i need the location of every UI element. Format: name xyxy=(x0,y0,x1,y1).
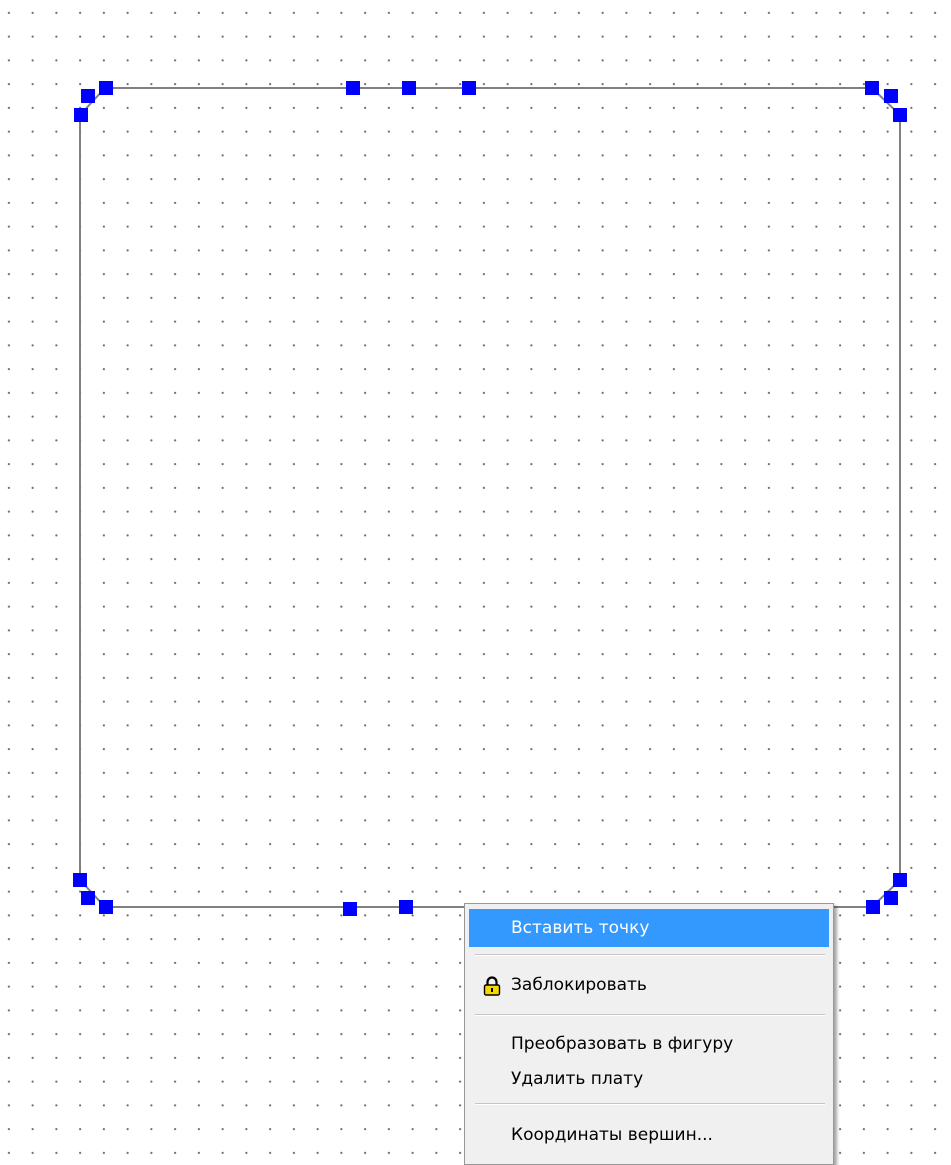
vertex-handle[interactable] xyxy=(74,108,88,122)
menu-separator xyxy=(475,1014,825,1016)
vertex-handle[interactable] xyxy=(99,900,113,914)
menu-item-label: Заблокировать xyxy=(511,975,647,995)
vertex-handle[interactable] xyxy=(399,900,413,914)
vertex-handle[interactable] xyxy=(884,89,898,103)
menu-item-insert-point[interactable]: Вставить точку xyxy=(469,909,829,947)
vertex-handle[interactable] xyxy=(81,89,95,103)
menu-separator xyxy=(475,954,825,956)
vertex-handle[interactable] xyxy=(343,902,357,916)
vertex-handle[interactable] xyxy=(346,81,360,95)
vertex-handle[interactable] xyxy=(73,873,87,887)
vertex-handle[interactable] xyxy=(865,81,879,95)
menu-item-label: Удалить плату xyxy=(511,1069,644,1089)
menu-item-delete-board[interactable]: Удалить плату xyxy=(469,1060,829,1098)
menu-item-vertex-coordinates[interactable]: Координаты вершин... xyxy=(469,1116,829,1154)
menu-item-convert-to-shape[interactable]: Преобразовать в фигуру xyxy=(469,1025,829,1063)
vertex-handle[interactable] xyxy=(893,873,907,887)
menu-item-label: Вставить точку xyxy=(511,918,650,938)
vertex-handle[interactable] xyxy=(99,81,113,95)
menu-item-label: Преобразовать в фигуру xyxy=(511,1034,734,1054)
vertex-handle[interactable] xyxy=(893,108,907,122)
lock-icon xyxy=(483,976,501,996)
vertex-handle[interactable] xyxy=(866,900,880,914)
menu-item-lock[interactable]: Заблокировать xyxy=(469,966,829,1004)
vertex-handle[interactable] xyxy=(81,891,95,905)
board-outline[interactable] xyxy=(79,87,901,908)
context-menu: Вставить точку Заблокировать Преобразова… xyxy=(464,903,834,1165)
vertex-handle[interactable] xyxy=(884,891,898,905)
vertex-handle[interactable] xyxy=(462,81,476,95)
menu-separator xyxy=(475,1103,825,1105)
menu-item-label: Координаты вершин... xyxy=(511,1125,713,1145)
vertex-handle[interactable] xyxy=(402,81,416,95)
